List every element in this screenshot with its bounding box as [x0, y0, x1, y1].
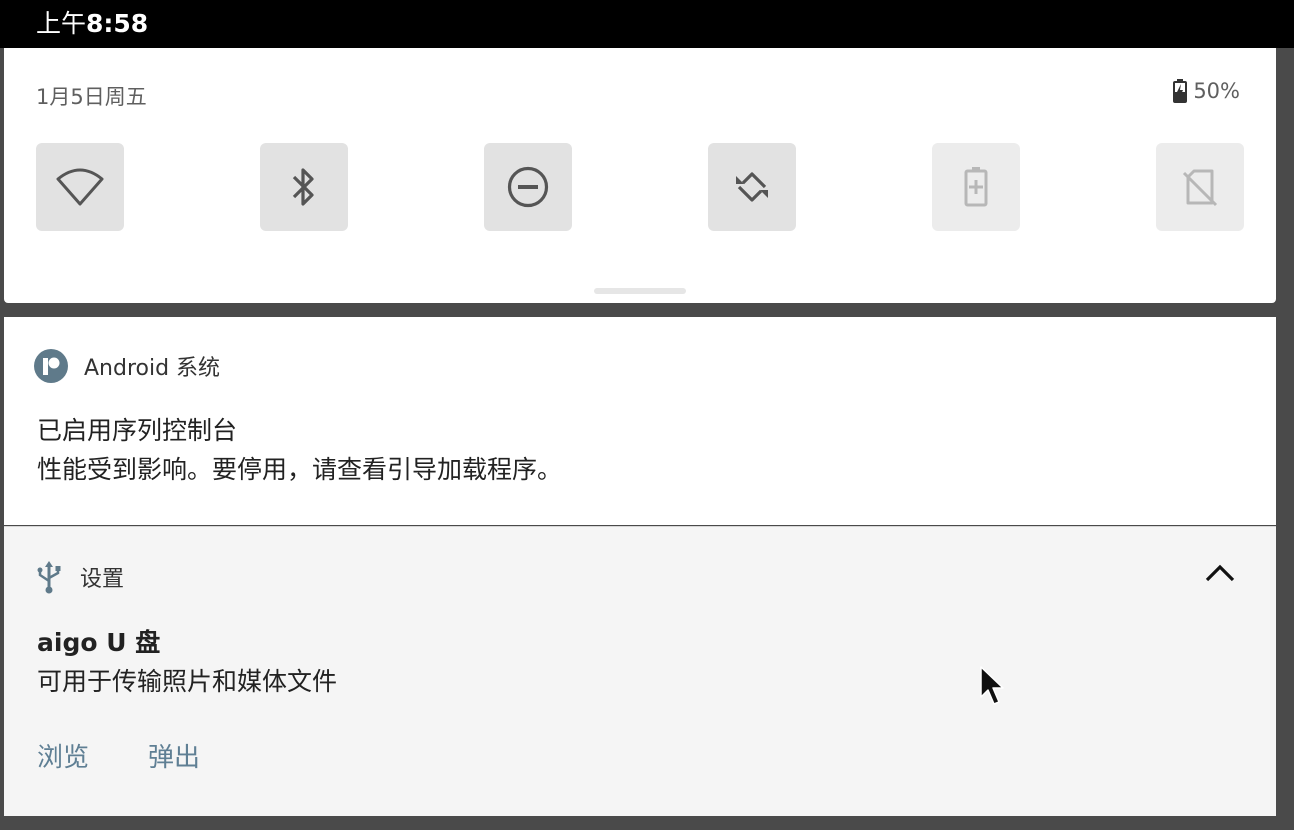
notification-text: 性能受到影响。要停用，请查看引导加载程序。 — [37, 455, 563, 484]
wifi-icon — [56, 168, 104, 206]
eject-button[interactable]: 弹出 — [148, 737, 200, 774]
android-system-icon — [34, 349, 68, 383]
status-time-value: 8:58 — [86, 9, 149, 38]
notification-usb-storage[interactable]: 设置 aigo U 盘 可用于传输照片和媒体文件 浏览 弹出 — [4, 526, 1276, 816]
notification-app-name: 设置 — [80, 567, 125, 592]
notification-header: Android 系统 — [34, 349, 220, 383]
status-time-prefix: 上午 — [36, 9, 87, 38]
auto-rotate-icon — [736, 172, 768, 202]
bluetooth-tile[interactable] — [260, 143, 348, 231]
notification-serial-console[interactable]: Android 系统 已启用序列控制台 性能受到影响。要停用，请查看引导加载程序… — [4, 317, 1276, 525]
status-time: 上午8:58 — [36, 8, 148, 40]
collapse-chevron-button[interactable] — [1204, 563, 1236, 587]
notification-text: 可用于传输照片和媒体文件 — [37, 667, 338, 696]
status-bar: 上午8:58 — [0, 0, 1294, 48]
panel-drag-handle[interactable] — [594, 288, 686, 294]
battery-saver-tile[interactable] — [932, 143, 1020, 231]
sim-card-tile[interactable] — [1156, 143, 1244, 231]
date-label: 1月5日周五 — [36, 85, 147, 109]
do-not-disturb-tile[interactable] — [484, 143, 572, 231]
notification-app-name: Android 系统 — [84, 356, 221, 381]
browse-button[interactable]: 浏览 — [37, 737, 89, 774]
battery-saver-icon — [964, 167, 988, 207]
battery-status: 50% — [1173, 79, 1240, 103]
bluetooth-icon — [292, 168, 314, 206]
mouse-cursor-icon — [980, 666, 1004, 705]
battery-charging-icon — [1173, 79, 1188, 103]
do-not-disturb-icon — [507, 166, 549, 208]
notification-title: 已启用序列控制台 — [37, 416, 238, 445]
quick-settings-panel: 1月5日周五 50% — [4, 48, 1276, 303]
chevron-up-icon — [1205, 564, 1235, 582]
wifi-tile[interactable] — [36, 143, 124, 231]
notification-header: 设置 — [34, 559, 124, 595]
notification-title: aigo U 盘 — [37, 628, 161, 657]
auto-rotate-tile[interactable] — [708, 143, 796, 231]
no-sim-icon — [1182, 169, 1218, 207]
usb-icon — [37, 561, 61, 594]
battery-percent: 50% — [1193, 79, 1240, 103]
